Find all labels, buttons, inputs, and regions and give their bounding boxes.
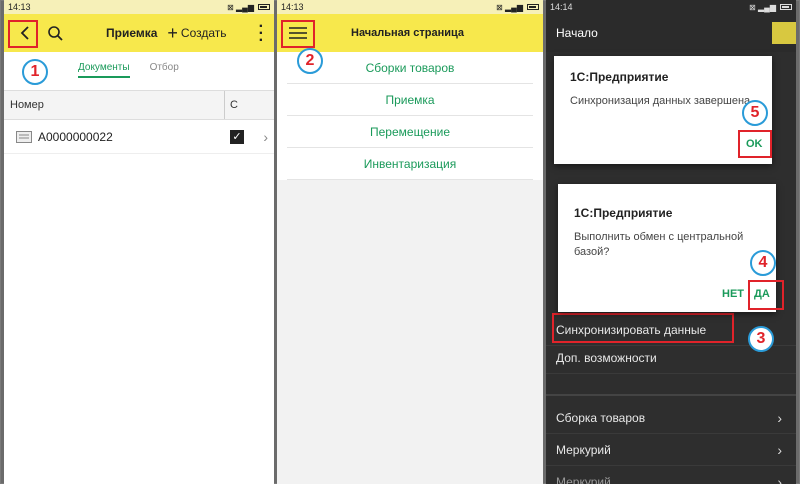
chevron-right-icon: › — [777, 409, 782, 426]
status-time: 14:14 — [550, 2, 573, 12]
step-badge-1: 1 — [22, 59, 48, 85]
dialog-title: 1С:Предприятие — [570, 70, 669, 84]
highlight-sync — [552, 313, 734, 343]
link-receiving[interactable]: Приемка — [287, 84, 533, 116]
tab-filter[interactable]: Отбор — [150, 62, 179, 73]
panel-sync: 14:14 ⊠ ▂▄▆ Начало Синхронизировать данн… — [546, 0, 796, 484]
chevron-right-icon: › — [777, 441, 782, 458]
battery-icon — [527, 4, 539, 10]
step-badge-5: 5 — [742, 100, 768, 126]
panel-home: 14:13 ⊠ ▂▄▆ Начальная страница 2 Сборки … — [277, 0, 543, 484]
sync-confirm-dialog: 1С:Предприятие Выполнить обмен с централ… — [558, 184, 784, 312]
plus-icon: + — [167, 22, 178, 43]
dialog-text: Выполнить обмен с центральной базой? — [574, 231, 744, 258]
row-checkbox[interactable]: ✓ — [230, 129, 244, 144]
row-number: A0000000022 — [38, 129, 113, 144]
empty-area — [277, 180, 543, 484]
more-menu-icon[interactable]: · · · — [259, 19, 264, 49]
menu-item-extra[interactable]: Доп. возможности — [546, 342, 796, 374]
dialog-title: 1С:Предприятие — [574, 206, 673, 220]
status-icons: ⊠ ▂▄▆ — [749, 3, 792, 12]
menu-mercury-label: Меркурий — [556, 442, 611, 457]
step-badge-2: 2 — [297, 48, 323, 74]
column-divider — [224, 91, 225, 119]
status-time: 14:13 — [281, 2, 304, 12]
menu-assembly-label: Сборка товаров — [556, 410, 646, 425]
page-title: Начало — [556, 26, 598, 40]
row-chevron-icon: › — [263, 128, 268, 145]
panel-receiving-list: 14:13 ⊠ ▂▄▆ Приемка + Создать · · · 1 Доку… — [4, 0, 274, 484]
step-badge-4: 4 — [750, 250, 776, 276]
status-icons: ⊠ ▂▄▆ — [227, 3, 270, 12]
table-row[interactable]: A0000000022 ✓ › — [4, 120, 274, 154]
no-button[interactable]: НЕТ — [722, 288, 744, 300]
search-button[interactable] — [40, 18, 70, 48]
create-button[interactable]: + Создать — [167, 23, 226, 44]
menu-item-mercury[interactable]: Меркурий › — [546, 434, 796, 466]
menu-item-more[interactable]: Меркурий › — [546, 466, 796, 484]
status-icons: ⊠ ▂▄▆ — [496, 3, 539, 12]
status-bar: 14:13 ⊠ ▂▄▆ — [277, 0, 543, 14]
menu-item-assembly[interactable]: Сборка товаров › — [546, 402, 796, 434]
toolbar: Приемка + Создать · · · — [4, 14, 274, 52]
home-links: Сборки товаров Приемка Перемещение Инвен… — [287, 52, 533, 180]
highlight-menu — [281, 20, 315, 48]
page-title: Приемка — [106, 26, 158, 40]
status-time: 14:13 — [8, 2, 31, 12]
link-assembly[interactable]: Сборки товаров — [287, 52, 533, 84]
status-bar: 14:14 ⊠ ▂▄▆ — [546, 0, 796, 14]
tabs: Документы Отбор — [78, 62, 274, 90]
battery-icon — [258, 4, 270, 10]
column-number[interactable]: Номер — [10, 99, 44, 111]
battery-icon — [780, 4, 792, 10]
page-title: Начальная страница — [351, 27, 465, 39]
dialog-text: Синхронизация данных завершена. — [570, 95, 754, 107]
table-header: Номер С — [4, 90, 274, 120]
search-icon — [48, 26, 63, 41]
highlight-yes — [748, 280, 784, 310]
tab-documents[interactable]: Документы — [78, 62, 130, 78]
chevron-right-icon: › — [777, 473, 782, 484]
toolbar: Начальная страница — [277, 14, 543, 52]
column-c[interactable]: С — [230, 99, 238, 111]
link-inventory[interactable]: Инвентаризация — [287, 148, 533, 180]
highlight-back — [8, 20, 38, 48]
toolbar: Начало — [546, 14, 796, 52]
menu-edge — [772, 22, 796, 44]
status-bar: 14:13 ⊠ ▂▄▆ — [4, 0, 274, 14]
menu-divider — [546, 394, 796, 396]
document-icon — [16, 130, 32, 143]
menu-more-label: Меркурий — [556, 474, 611, 484]
sync-complete-dialog: 1С:Предприятие Синхронизация данных заве… — [554, 56, 772, 164]
menu-extra-label: Доп. возможности — [556, 350, 657, 365]
highlight-ok — [738, 130, 772, 158]
create-label: Создать — [180, 26, 227, 40]
link-transfer[interactable]: Перемещение — [287, 116, 533, 148]
